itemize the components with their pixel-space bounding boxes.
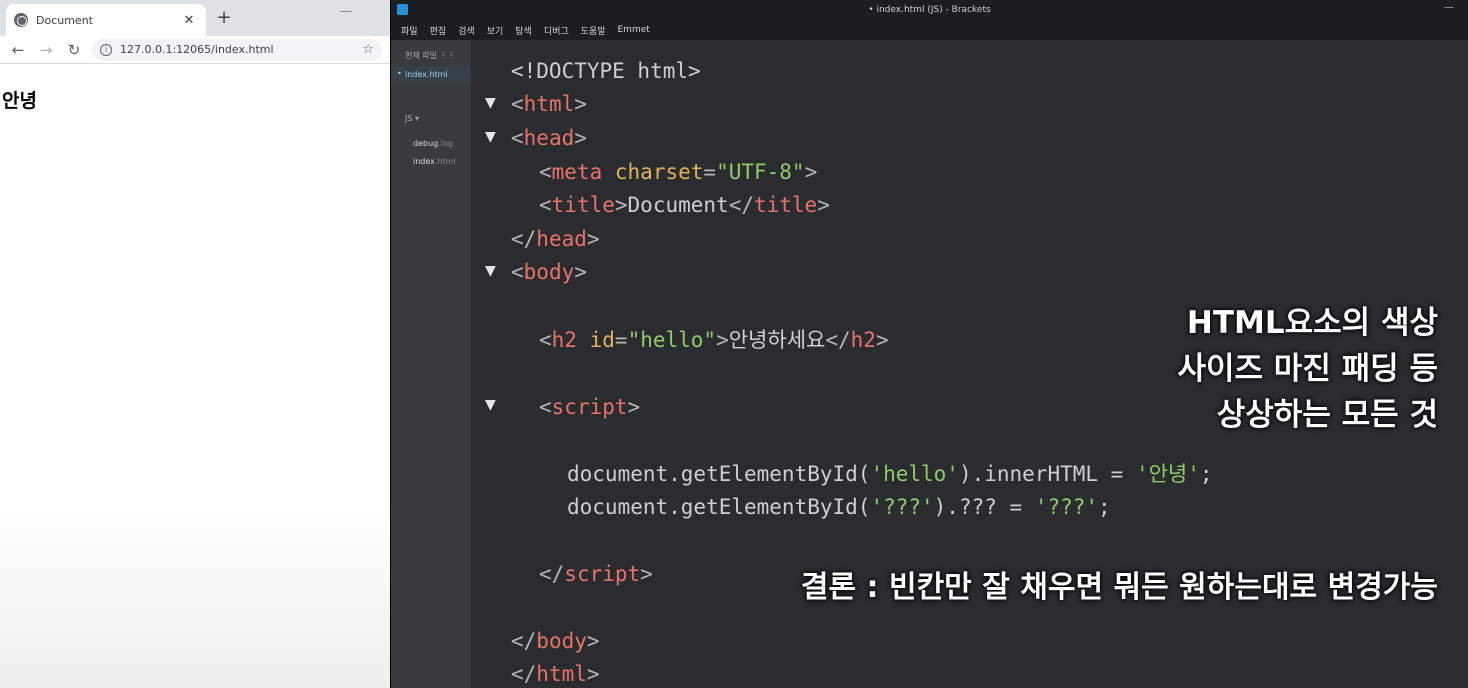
code-line-2: <html>: [511, 92, 587, 116]
page-content: 안녕: [0, 64, 390, 688]
code-line-18: </body>: [511, 629, 600, 653]
minimize-button[interactable]: —: [340, 4, 352, 18]
code-line-6: </head>: [511, 227, 600, 251]
conclusion-caption: 결론 : 빈칸만 잘 채우면 뭐든 원하는대로 변경가능: [800, 570, 1438, 605]
close-tab-icon[interactable]: ✕: [180, 13, 198, 28]
menu-help[interactable]: 도움말: [581, 24, 606, 37]
fold-arrow-icon[interactable]: ▼: [485, 96, 499, 110]
tab-bar: Document ✕ + —: [0, 0, 390, 36]
browser-toolbar: ← → ↻ i 127.0.0.1:12065/index.html ☆: [0, 36, 390, 64]
url-text[interactable]: 127.0.0.1:12065/index.html: [120, 43, 362, 56]
code-line-9: <h2 id="hello">안녕하세요</h2>: [539, 328, 889, 352]
tab-document[interactable]: Document ✕: [6, 4, 206, 36]
working-files-header: 현재 파일 ⋮⋮: [405, 51, 456, 60]
menu-edit[interactable]: 편집: [430, 24, 447, 37]
menu-navigate[interactable]: 탐색: [515, 24, 532, 37]
menu-view[interactable]: 보기: [487, 24, 504, 37]
file-sidebar: 현재 파일 ⋮⋮ index.html JS ▾ debug.log index…: [391, 40, 471, 688]
forward-arrow-icon[interactable]: →: [32, 41, 60, 59]
menu-emmet[interactable]: Emmet: [618, 25, 650, 35]
menu-debug[interactable]: 디버그: [544, 24, 569, 37]
note-caption: HTML요소의 색상 사이즈 마진 패딩 등 상상하는 모든 것: [1177, 300, 1438, 438]
menu-find[interactable]: 검색: [458, 24, 475, 37]
note-line-1: HTML요소의 색상: [1186, 305, 1438, 341]
code-line-19: </html>: [511, 662, 600, 686]
code-line-13: document.getElementById('hello').innerHT…: [567, 462, 1213, 486]
menu-bar: 파일 편집 검색 보기 탐색 디버그 도움말 Emmet: [391, 20, 1468, 40]
fold-arrow-icon[interactable]: ▼: [485, 398, 499, 412]
browser-window: Document ✕ + — ← → ↻ i 127.0.0.1:12065/i…: [0, 0, 390, 688]
code-line-1: <!DOCTYPE html>: [511, 59, 701, 83]
code-line-11: <script>: [539, 395, 641, 419]
page-heading: 안녕: [2, 90, 37, 112]
code-line-14: document.getElementById('???').??? = '??…: [567, 495, 1111, 519]
editor-title: • index.html (JS) - Brackets: [868, 5, 991, 15]
note-line-3: 상상하는 모든 것: [1216, 397, 1438, 433]
file-item-index[interactable]: index.html: [391, 154, 471, 172]
editor-titlebar: • index.html (JS) - Brackets —: [391, 0, 1468, 20]
address-bar[interactable]: i 127.0.0.1:12065/index.html ☆: [92, 38, 382, 61]
new-tab-button[interactable]: +: [214, 8, 234, 28]
working-file-index[interactable]: index.html: [391, 66, 471, 84]
tab-title: Document: [36, 13, 93, 27]
fold-arrow-icon[interactable]: ▼: [485, 130, 499, 144]
code-line-7: <body>: [511, 260, 587, 284]
code-line-16: </script>: [539, 562, 653, 586]
menu-file[interactable]: 파일: [401, 24, 418, 37]
reload-icon[interactable]: ↻: [60, 41, 88, 59]
editor-minimize-button[interactable]: —: [1444, 2, 1454, 13]
code-line-4: <meta charset="UTF-8">: [539, 160, 818, 184]
fold-arrow-icon[interactable]: ▼: [485, 264, 499, 278]
globe-icon: [14, 13, 28, 27]
note-line-2: 사이즈 마진 패딩 등: [1177, 351, 1438, 387]
code-line-3: <head>: [511, 126, 587, 150]
bookmark-star-icon[interactable]: ☆: [362, 42, 374, 57]
file-item-debug[interactable]: debug.log: [391, 136, 471, 154]
info-icon[interactable]: i: [100, 43, 112, 56]
project-dropdown[interactable]: JS ▾: [391, 106, 471, 136]
code-line-5: <title>Document</title>: [539, 193, 830, 217]
back-arrow-icon[interactable]: ←: [4, 41, 32, 59]
